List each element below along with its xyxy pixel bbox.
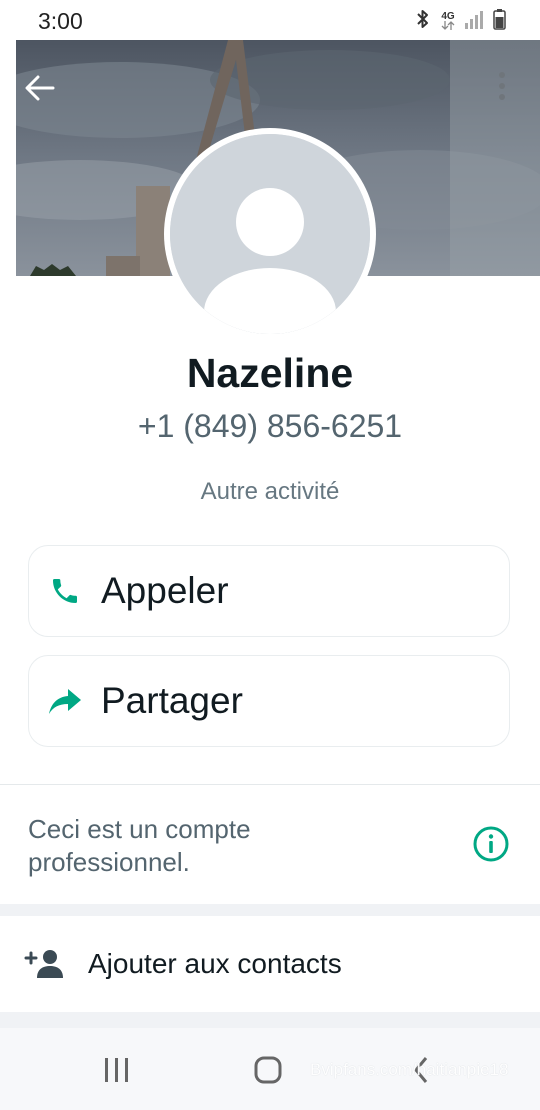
business-notice-text: Ceci est un compte professionnel. bbox=[28, 814, 251, 877]
status-bar: 3:00 4G bbox=[0, 0, 540, 40]
call-button-label: Appeler bbox=[101, 570, 229, 611]
bluetooth-icon bbox=[414, 8, 432, 35]
share-button-label: Partager bbox=[101, 680, 243, 721]
add-to-contacts-button[interactable]: Ajouter aux contacts bbox=[0, 916, 540, 1012]
share-button[interactable]: Partager bbox=[28, 655, 510, 747]
section-separator bbox=[0, 1012, 540, 1028]
signal-icon bbox=[464, 9, 484, 34]
add-person-icon bbox=[24, 948, 66, 985]
section-separator bbox=[0, 904, 540, 916]
back-button[interactable] bbox=[20, 70, 60, 110]
profile-avatar[interactable] bbox=[164, 128, 376, 340]
profile-phone: +1 (849) 856-6251 bbox=[137, 408, 403, 444]
business-notice[interactable]: Ceci est un compte professionnel. bbox=[0, 785, 540, 903]
network-4g-icon: 4G bbox=[441, 12, 455, 30]
watermark: Bvipfans.com/haitianpie18 bbox=[310, 1060, 509, 1079]
share-icon bbox=[27, 687, 103, 715]
phone-icon bbox=[27, 575, 103, 607]
network-type-label: 4G bbox=[441, 11, 455, 22]
activity-label[interactable]: Autre activité bbox=[0, 478, 540, 506]
recent-apps-button[interactable] bbox=[104, 1056, 130, 1089]
battery-icon bbox=[493, 8, 506, 35]
status-icons: 4G bbox=[414, 8, 506, 35]
arrow-left-icon bbox=[25, 75, 55, 106]
more-vertical-icon bbox=[498, 71, 506, 106]
home-button[interactable] bbox=[254, 1056, 282, 1089]
more-options-button[interactable] bbox=[486, 68, 518, 108]
default-avatar-icon bbox=[170, 134, 370, 334]
profile-name: Nazeline bbox=[186, 350, 354, 396]
info-icon[interactable] bbox=[472, 825, 510, 863]
add-to-contacts-label: Ajouter aux contacts bbox=[88, 948, 342, 979]
call-button[interactable]: Appeler bbox=[28, 545, 510, 637]
status-time: 3:00 bbox=[38, 8, 83, 34]
